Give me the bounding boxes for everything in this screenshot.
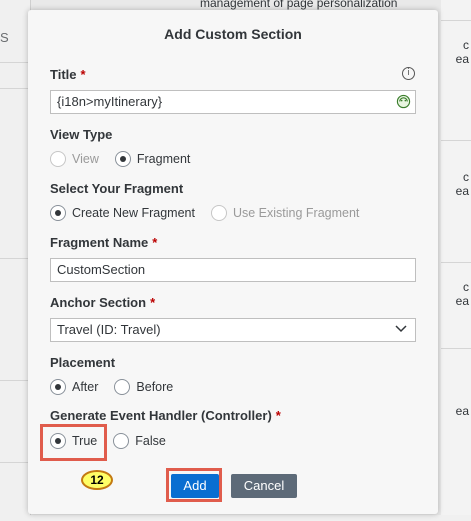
background-fragment: ea — [455, 404, 469, 418]
anchor-section-label: Anchor Section * — [50, 295, 156, 310]
add-custom-section-dialog: Add Custom Section Title * i {i18n>myItin… — [28, 10, 438, 514]
divider — [441, 348, 471, 349]
view-type-label: View Type — [50, 127, 113, 142]
radio-circle — [50, 379, 66, 395]
background-right-panel: c ea c ea c ea ea — [441, 0, 471, 521]
radio-circle — [114, 151, 131, 167]
radio-create-new-fragment[interactable]: Create New Fragment — [50, 205, 195, 221]
info-icon[interactable]: i — [402, 67, 415, 80]
divider — [0, 88, 30, 89]
background-fragment: ea — [455, 294, 469, 308]
view-type-radio-group: View Fragment — [50, 149, 206, 169]
radio-circle — [113, 433, 130, 449]
anchor-section-value: Travel (ID: Travel) — [57, 322, 161, 337]
select-fragment-radio-group: Create New Fragment Use Existing Fragmen… — [50, 203, 375, 223]
radio-circle — [114, 379, 131, 395]
radio-circle — [50, 151, 66, 167]
divider — [441, 262, 471, 263]
background-fragment: c — [463, 38, 469, 52]
background-fragment: ea — [455, 184, 469, 198]
radio-use-existing-fragment[interactable]: Use Existing Fragment — [210, 205, 359, 221]
anchor-section-select[interactable]: Travel (ID: Travel) — [50, 318, 416, 342]
radio-circle — [210, 205, 227, 221]
background-header-text: management of page personalization — [200, 0, 398, 10]
fragment-name-input[interactable]: CustomSection — [50, 258, 416, 282]
radio-view[interactable]: View — [50, 151, 99, 167]
radio-before[interactable]: Before — [114, 379, 173, 395]
event-handler-label: Generate Event Handler (Controller) * — [50, 408, 281, 423]
select-fragment-label: Select Your Fragment — [50, 181, 184, 196]
background-stub-text: S — [0, 30, 9, 45]
cancel-button[interactable]: Cancel — [231, 474, 297, 498]
fragment-name-value: CustomSection — [57, 262, 146, 277]
highlight-true-option — [40, 424, 107, 461]
background-left-panel: S — [0, 0, 31, 521]
step-callout-badge: 12 — [81, 470, 113, 490]
divider — [441, 140, 471, 141]
i18n-icon[interactable] — [396, 94, 411, 109]
divider — [0, 258, 30, 259]
radio-after[interactable]: After — [50, 379, 98, 395]
add-button[interactable]: Add — [171, 474, 219, 498]
divider — [0, 462, 30, 463]
placement-radio-group: After Before — [50, 377, 189, 397]
title-input[interactable]: {i18n>myItinerary} — [50, 90, 416, 114]
dialog-title: Add Custom Section — [164, 26, 302, 42]
divider — [441, 20, 471, 21]
placement-label: Placement — [50, 355, 116, 370]
background-fragment: c — [463, 170, 469, 184]
chevron-down-icon[interactable] — [395, 325, 407, 333]
radio-circle — [50, 205, 66, 221]
background-fragment: c — [463, 280, 469, 294]
title-input-value: {i18n>myItinerary} — [57, 94, 163, 109]
divider — [0, 62, 30, 63]
fragment-name-label: Fragment Name * — [50, 235, 158, 250]
background-bottom-strip — [0, 515, 471, 521]
radio-fragment[interactable]: Fragment — [114, 151, 190, 167]
radio-false[interactable]: False — [113, 433, 166, 449]
title-label: Title * — [50, 67, 86, 82]
divider — [0, 380, 30, 381]
background-fragment: ea — [455, 52, 469, 66]
